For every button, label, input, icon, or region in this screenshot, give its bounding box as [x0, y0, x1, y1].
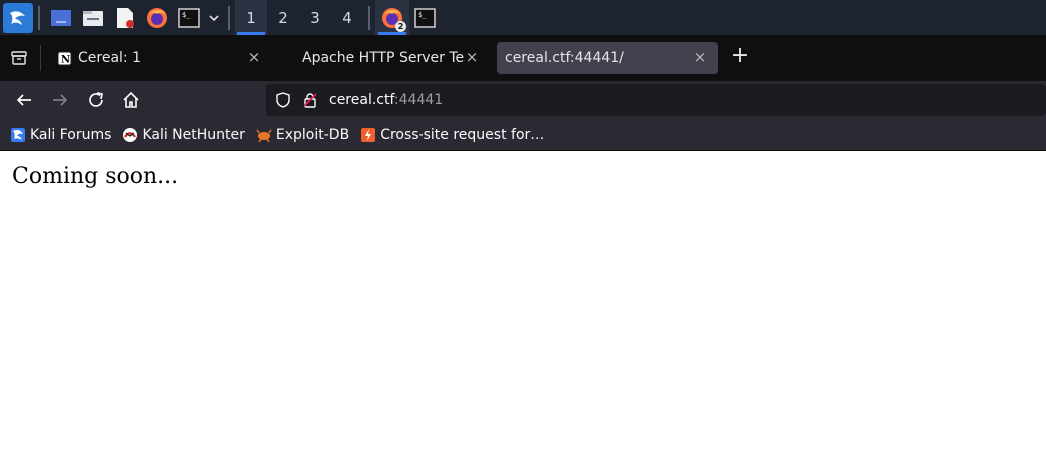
tab-title: Cereal: 1 — [78, 50, 141, 66]
svg-text:N: N — [61, 54, 70, 65]
workspace-4[interactable]: 4 — [331, 0, 363, 35]
chevron-down-icon[interactable] — [208, 7, 220, 29]
notion-icon: N — [56, 50, 72, 66]
kali-forums-icon — [10, 127, 26, 143]
bookmark-kali-nethunter[interactable]: Kali NetHunter — [122, 126, 245, 143]
csrf-icon — [360, 127, 376, 143]
shield-icon[interactable] — [275, 92, 291, 112]
tab-cereal-1[interactable]: N Cereal: 1 × — [50, 42, 272, 74]
tab-separator — [40, 45, 41, 71]
desktop-icon[interactable] — [50, 7, 72, 29]
workspace-label: 3 — [310, 8, 320, 27]
svg-text:$_: $_ — [418, 11, 427, 19]
tab-close-button[interactable]: × — [246, 49, 262, 65]
bookmark-label: Kali NetHunter — [142, 126, 245, 143]
bookmark-label: Cross-site request for… — [380, 126, 545, 143]
text-editor-icon[interactable] — [114, 7, 136, 29]
taskbar-separator — [228, 5, 230, 30]
url-bar[interactable]: cereal.ctf:44441 — [266, 84, 1046, 116]
svg-text:$_: $_ — [182, 11, 191, 19]
tab-close-button[interactable]: × — [464, 49, 480, 65]
firefox-icon[interactable] — [146, 7, 168, 29]
exploit-db-icon — [256, 127, 272, 143]
file-manager-icon[interactable] — [82, 7, 104, 29]
back-arrow-icon[interactable] — [14, 90, 34, 110]
bookmark-exploit-db[interactable]: Exploit-DB — [256, 127, 349, 143]
kali-nethunter-icon — [122, 127, 138, 143]
workspace-label: 2 — [278, 8, 288, 27]
taskbar-separator — [38, 5, 40, 30]
tab-title: cereal.ctf:44441/ — [505, 50, 624, 66]
tab-apache-test[interactable]: Apache HTTP Server Test × — [290, 42, 490, 74]
terminal-window-icon[interactable]: $_ — [414, 7, 436, 29]
tab-list-icon[interactable] — [10, 49, 28, 67]
system-taskbar: $_ 1 2 3 4 2 $_ — [0, 0, 1046, 35]
kali-menu-icon[interactable] — [3, 2, 33, 33]
lock-insecure-icon[interactable] — [302, 92, 318, 112]
tab-title: Apache HTTP Server Test — [302, 50, 465, 66]
workspace-1[interactable]: 1 — [235, 0, 267, 35]
url-text[interactable]: cereal.ctf:44441 — [329, 92, 443, 108]
navigation-toolbar: cereal.ctf:44441 — [0, 81, 1046, 119]
url-host: cereal.ctf — [329, 92, 394, 108]
workspace-label: 1 — [246, 8, 256, 27]
page-content: Coming soon... — [0, 152, 1046, 459]
new-tab-button[interactable]: + — [730, 45, 750, 67]
tab-close-button[interactable]: × — [692, 49, 708, 65]
coming-soon-text: Coming soon... — [12, 164, 179, 189]
url-port: :44441 — [393, 92, 444, 108]
bookmarks-toolbar: Kali Forums Kali NetHunter Exploit-DB Cr… — [0, 119, 1046, 151]
browser-tab-bar: N Cereal: 1 × Apache HTTP Server Test × … — [0, 35, 1046, 81]
workspace-2[interactable]: 2 — [267, 0, 299, 35]
taskbar-separator — [368, 5, 370, 30]
bookmark-label: Kali Forums — [30, 126, 112, 143]
firefox-window-button[interactable]: 2 — [375, 0, 409, 35]
tab-cereal-ctf[interactable]: cereal.ctf:44441/ × — [497, 42, 718, 74]
workspace-label: 4 — [342, 8, 352, 27]
bookmark-csrf[interactable]: Cross-site request for… — [360, 127, 544, 143]
home-icon[interactable] — [121, 90, 141, 110]
workspace-3[interactable]: 3 — [299, 0, 331, 35]
forward-arrow-icon[interactable] — [50, 90, 70, 110]
reload-icon[interactable] — [86, 90, 106, 110]
bookmark-label: Exploit-DB — [275, 126, 350, 143]
bookmark-kali-forums[interactable]: Kali Forums — [10, 127, 111, 143]
terminal-icon[interactable]: $_ — [178, 7, 200, 29]
window-count-badge: 2 — [395, 21, 406, 32]
